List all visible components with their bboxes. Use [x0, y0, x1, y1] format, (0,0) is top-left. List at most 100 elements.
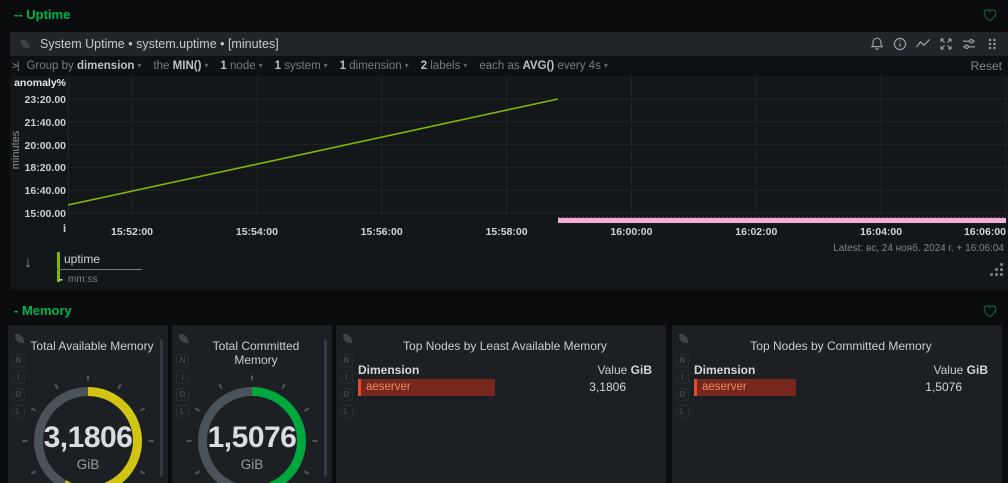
chevron-down-icon: ▾	[323, 61, 328, 70]
chart-plot-area: minutes anomaly% i 23:20.00 21:40.00 20:00…	[10, 76, 1008, 256]
x-axis-tick-label: 15:58:00	[485, 226, 528, 238]
card-scrollbar[interactable]	[160, 339, 163, 477]
gauge-value: 1,5076	[207, 421, 297, 454]
filter-chip-l[interactable]: L	[340, 405, 353, 418]
legend-sort-icon[interactable]: ↓	[24, 254, 32, 272]
toolbar-dropdown[interactable]: each as AVG() every 4s ▾	[479, 60, 607, 72]
x-axis-tick-label: 15:54:00	[235, 226, 278, 238]
uptime-chart-card: System Uptime • system.uptime • [minutes…	[10, 32, 1008, 290]
gauge-tick-mark	[54, 383, 59, 390]
gauge-tick-mark	[117, 383, 122, 390]
resize-dot	[1000, 268, 1003, 271]
chevron-down-icon: ▾	[463, 61, 468, 70]
x-axis-tick-label: 16:04:00	[860, 226, 903, 238]
legend-dimension-value: -	[59, 272, 63, 286]
column-header-value: Value GiB	[597, 363, 653, 377]
gauge-tick-mark	[251, 375, 253, 381]
toolbar-dropdown[interactable]: 2 labels ▾	[421, 60, 468, 72]
filter-chip-i[interactable]: I	[340, 371, 353, 384]
gauge-unit: GiB	[76, 457, 100, 472]
gauge-card-committed-memory: NIDL Total Committed Memory 1,5076 GiB	[172, 325, 332, 483]
table-row-value: 1,5076	[925, 380, 962, 394]
anomaly-axis-label: anomaly%	[14, 77, 66, 89]
table-card-least-available-memory: NIDL Top Nodes by Least Available Memory…	[336, 325, 666, 483]
filter-chip-d[interactable]: D	[340, 388, 353, 401]
chart-leaf-icon	[20, 39, 30, 49]
drag-handle-icon[interactable]	[984, 36, 1000, 52]
x-axis-tick-label: 16:06:00	[963, 226, 1006, 238]
filter-chip-n[interactable]: N	[340, 354, 353, 367]
filter-chip-i[interactable]: I	[676, 371, 689, 384]
chevron-down-icon: ▾	[404, 61, 409, 70]
resize-dot	[990, 273, 993, 276]
legend-dimension-name[interactable]: uptime	[64, 252, 100, 266]
card-leaf-icon	[342, 333, 353, 344]
gauge-tick-mark	[87, 375, 89, 381]
filter-chip-l[interactable]: L	[676, 405, 689, 418]
table-title: Top Nodes by Committed Memory	[750, 339, 932, 353]
column-header-value: Value GiB	[933, 363, 989, 377]
legend-unit-label: mm:ss	[68, 274, 98, 285]
table-row-dimension-bar[interactable]: aeserver	[358, 379, 495, 396]
netdata-dashboard: -- Uptime System Uptime • system.uptime …	[0, 0, 1008, 483]
gauge-value: 3,1806	[43, 421, 133, 454]
y-axis-tick-label: 15:00.00	[24, 208, 66, 220]
toolbar-dropdown[interactable]: the MIN() ▾	[153, 60, 208, 72]
gauge-card-available-memory: NIDL Total Available Memory 3,1806 GiB	[8, 325, 168, 483]
gauge-tick-mark	[139, 407, 146, 412]
filter-chip-n[interactable]: N	[12, 354, 25, 367]
card-leaf-icon	[14, 333, 25, 344]
line-chart-icon[interactable]	[915, 36, 931, 52]
x-axis-tick-label: 16:00:00	[610, 226, 653, 238]
x-axis-tick-label: 16:02:00	[735, 226, 778, 238]
uptime-line-chart[interactable]	[68, 76, 1008, 223]
y-axis-tick-label: 23:20.00	[24, 94, 66, 106]
expand-fullscreen-icon[interactable]	[938, 36, 954, 52]
favorite-heart-icon[interactable]	[982, 7, 998, 23]
card-scrollbar[interactable]	[324, 339, 327, 477]
toolbar-dropdown[interactable]: Group by dimension ▾	[26, 60, 141, 72]
gauge-tick-mark	[281, 383, 286, 390]
info-axis-label: i	[62, 223, 66, 235]
filter-chip-n[interactable]: N	[176, 354, 189, 367]
chart-header: System Uptime • system.uptime • [minutes…	[10, 32, 1008, 56]
chart-resize-handle[interactable]	[989, 262, 1003, 276]
toolbar-dropdown[interactable]: 1 node ▾	[220, 60, 262, 72]
uptime-series-line	[68, 98, 559, 206]
card-leaf-icon	[678, 333, 689, 344]
gauge-title: Total Committed Memory	[212, 339, 300, 367]
gauge-tick-mark	[303, 407, 310, 412]
toolbar-dropdown[interactable]: 1 dimension ▾	[340, 60, 409, 72]
memory-section-title: - Memory	[14, 303, 72, 318]
uptime-section-title: -- Uptime	[14, 7, 71, 22]
filter-chip-n[interactable]: N	[676, 354, 689, 367]
collapse-icon[interactable]: >|	[12, 61, 20, 72]
memory-section-header: - Memory	[0, 296, 1008, 326]
favorite-heart-icon[interactable]	[982, 303, 998, 319]
chart-filter-toolbar: >| Group by dimension ▾ the MIN() ▾ 1 node ▾ 1…	[10, 56, 1008, 76]
table-card-committed-memory: NIDL Top Nodes by Committed Memory Dimen…	[672, 325, 1002, 483]
x-axis-tick-label: 15:52:00	[110, 226, 154, 238]
resize-dot	[1000, 263, 1003, 266]
uptime-section-header: -- Uptime	[0, 0, 1008, 30]
gauge-tick-mark	[194, 407, 201, 412]
table-title: Top Nodes by Least Available Memory	[403, 339, 607, 353]
column-header-dimension: Dimension	[358, 363, 420, 377]
table-row-value: 3,1806	[589, 380, 626, 394]
y-axis-tick-label: 16:40.00	[24, 185, 66, 198]
toolbar-dropdown[interactable]: 1 system ▾	[275, 60, 328, 72]
filter-chip-d[interactable]: D	[676, 388, 689, 401]
gauge-title: Total Available Memory	[30, 339, 154, 353]
resize-dot	[995, 273, 998, 276]
chevron-down-icon: ▾	[204, 61, 209, 70]
info-icon[interactable]	[892, 36, 908, 52]
table-row-dimension-bar[interactable]: aeserver	[694, 379, 796, 396]
card-leaf-icon	[178, 333, 189, 344]
chevron-down-icon: ▾	[137, 61, 142, 70]
alerts-bell-icon[interactable]	[869, 36, 885, 52]
resize-dot	[1000, 273, 1003, 276]
y-axis-tick-label: 21:40.00	[24, 116, 66, 129]
settings-sliders-icon[interactable]	[961, 36, 977, 52]
reset-button[interactable]: Reset	[971, 59, 1002, 73]
chart-title: System Uptime • system.uptime • [minutes…	[40, 37, 279, 51]
